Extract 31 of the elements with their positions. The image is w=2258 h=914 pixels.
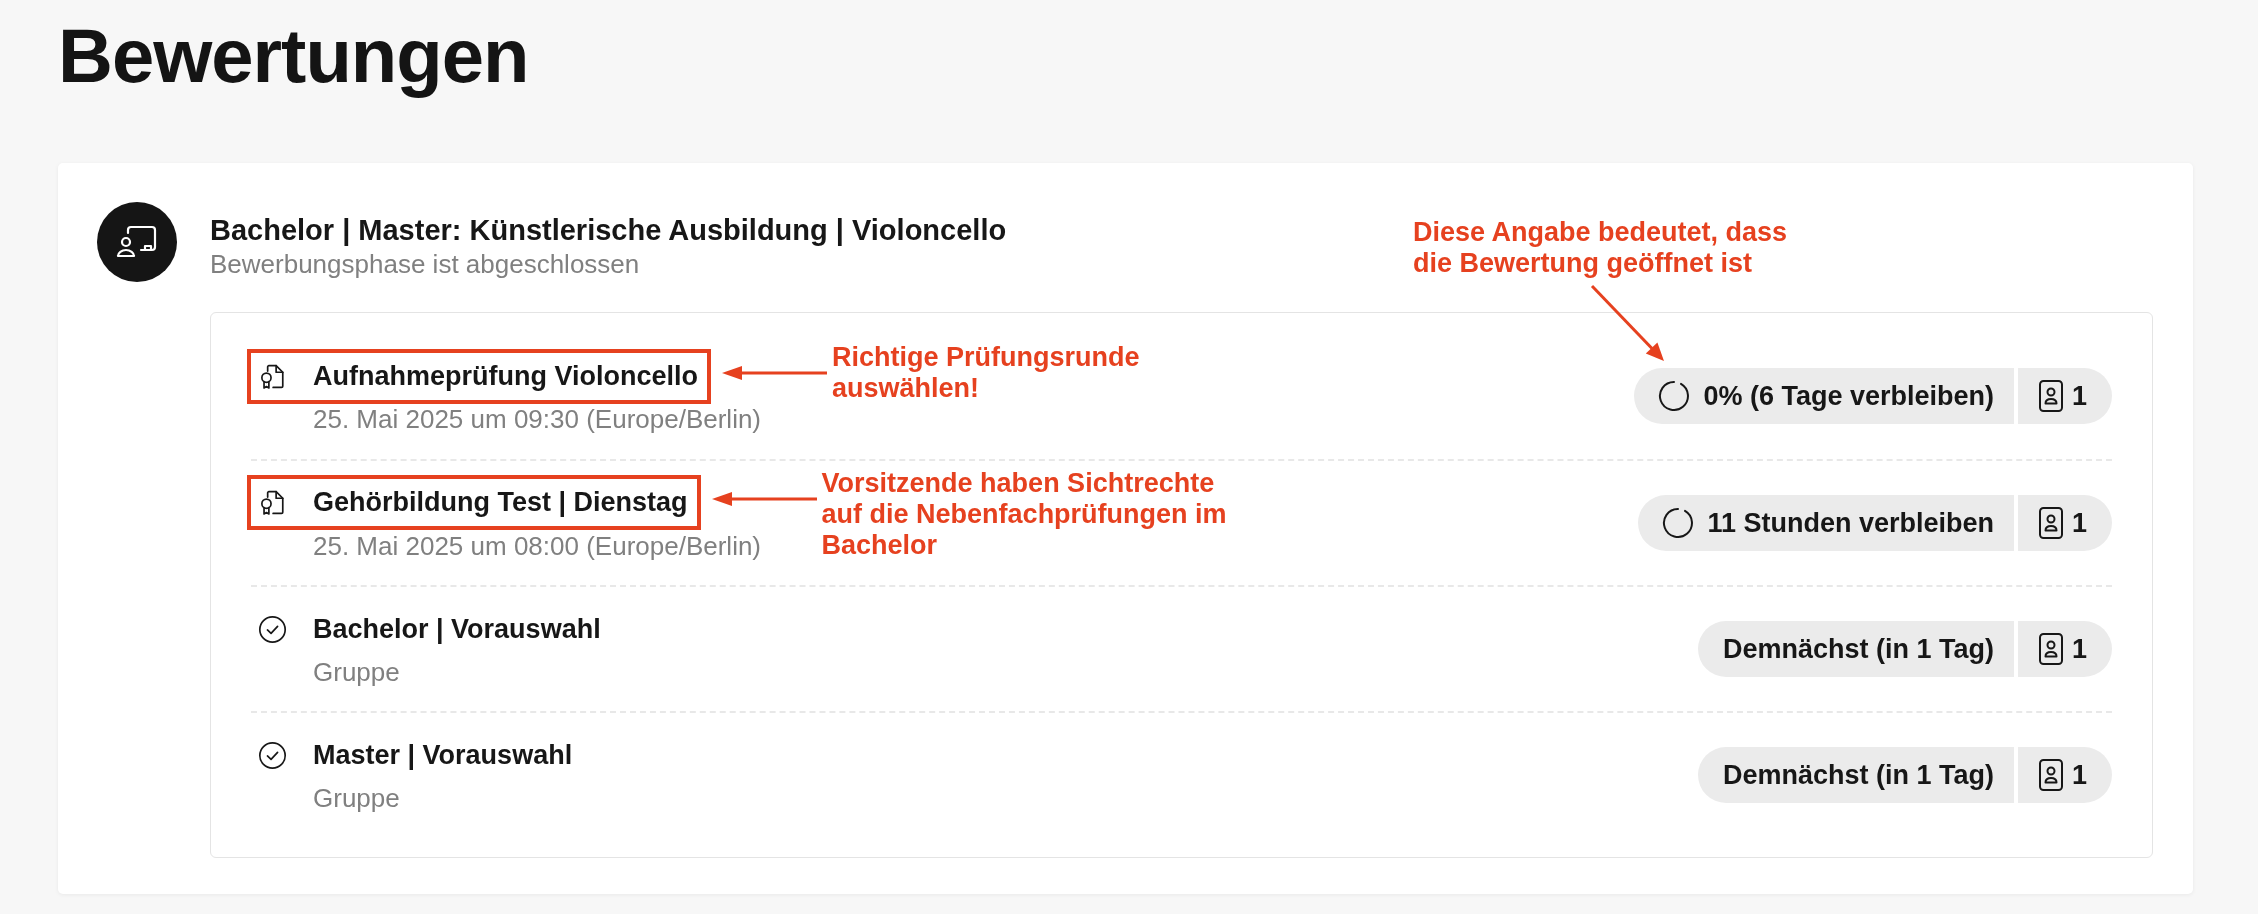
annotation-text: Richtige Prüfungsrunde auswählen!: [832, 341, 1141, 404]
count-text: 1: [2071, 633, 2087, 665]
progress-ring-icon: [1658, 380, 1691, 412]
count-text: 1: [2071, 507, 2087, 539]
round-subtitle: Gruppe: [313, 782, 400, 813]
annotation-text: Diese Angabe bedeutet, dass die Bewertung geöffnet ist: [1413, 217, 1789, 279]
round-title[interactable]: Master | Vorauswahl: [313, 735, 573, 775]
check-circle-icon: [258, 614, 287, 644]
check-circle-icon: [258, 740, 287, 770]
round-title[interactable]: Gehörbildung Test | Dienstag: [313, 483, 688, 522]
presentation-icon: [97, 202, 177, 282]
program-subtitle: Bewerbungsphase ist abgeschlossen: [210, 248, 640, 280]
person-card-icon: [2038, 759, 2063, 791]
program-title: Bachelor | Master: Künstlerische Ausbildung | Violoncello: [210, 213, 1007, 248]
status-text: 11 Stunden verbleiben: [1707, 507, 1994, 539]
progress-ring-icon: [1662, 507, 1695, 539]
round-subtitle: 25. Mai 2025 um 08:00 (Europe/Berlin): [313, 530, 762, 561]
person-card-icon: [2038, 633, 2063, 665]
round-subtitle: 25. Mai 2025 um 09:30 (Europe/Berlin): [313, 403, 762, 434]
person-card-icon: [2038, 507, 2063, 539]
annotation-text: Vorsitzende haben Sichtrechte auf die Nebenfachprüfungen im Bachelor: [821, 468, 1228, 561]
count-text: 1: [2071, 759, 2087, 791]
round-title[interactable]: Bachelor | Vorauswahl: [313, 609, 601, 649]
status-text: 0% (6 Tage verbleiben): [1703, 380, 1994, 412]
document-award-icon: [258, 488, 287, 517]
round-title[interactable]: Aufnahmeprüfung Violoncello: [313, 356, 698, 396]
count-text: 1: [2071, 380, 2087, 412]
status-text: Demnächst (in 1 Tag): [1722, 633, 1994, 665]
person-card-icon: [2038, 380, 2063, 412]
status-text: Demnächst (in 1 Tag): [1722, 759, 1994, 791]
round-subtitle: Gruppe: [313, 656, 400, 687]
